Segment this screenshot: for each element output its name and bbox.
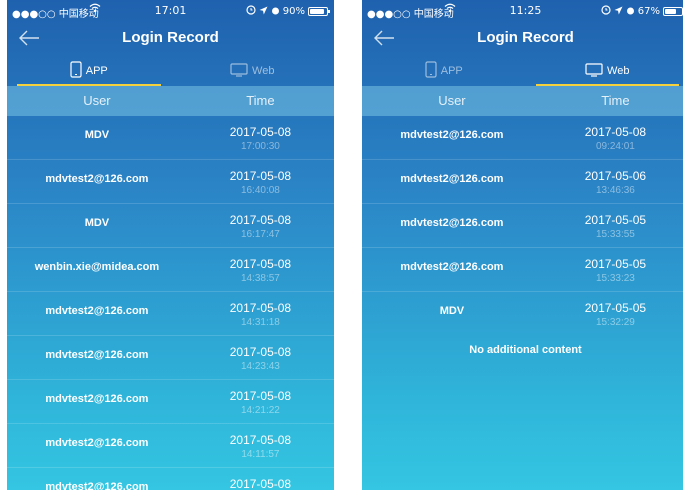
page-title: Login Record: [477, 29, 574, 46]
table-row: mdvtest2@126.com 2017-05-08 09:24:01: [362, 116, 683, 160]
record-time: 17:00:30: [240, 141, 280, 152]
record-time: 09:24:01: [595, 141, 635, 152]
record-user: MDV: [84, 217, 110, 229]
record-user: mdvtest2@126.com: [400, 129, 504, 141]
record-date: 2017-05-08: [229, 345, 292, 359]
tab-web[interactable]: Web: [171, 56, 335, 86]
table-row: MDV 2017-05-05 15:32:29: [362, 292, 683, 336]
record-time: 15:33:23: [595, 273, 635, 284]
record-time: 14:31:18: [240, 317, 280, 328]
tab-web-label: Web: [252, 65, 275, 77]
column-header-time: Time: [601, 93, 630, 108]
record-time: 15:32:29: [595, 317, 635, 328]
record-date: 2017-05-05: [584, 301, 647, 315]
right-screen: ●●●○○ 中国移动 11:25 67% Login Record APP We…: [362, 0, 683, 490]
record-time: 15:33:55: [595, 229, 635, 240]
status-bar: ●●●○○ 中国移动 17:01 90%: [7, 0, 334, 22]
table-row: mdvtest2@126.com 2017-05-08 16:40:08: [7, 160, 334, 204]
record-time: 14:23:43: [240, 361, 280, 372]
status-bar: ●●●○○ 中国移动 11:25 67%: [362, 0, 683, 22]
tab-web[interactable]: Web: [526, 56, 683, 86]
record-date: 2017-05-08: [229, 125, 292, 139]
column-header-time: Time: [246, 93, 275, 108]
column-header-user: User: [438, 93, 466, 108]
record-user: MDV: [84, 129, 110, 141]
location-arrow-icon: [614, 6, 623, 18]
tab-app-label: APP: [440, 65, 463, 77]
monitor-icon: [585, 62, 603, 80]
record-user: mdvtest2@126.com: [45, 305, 149, 317]
table-row: mdvtest2@126.com 2017-05-08 14:31:18: [7, 292, 334, 336]
record-user: wenbin.xie@midea.com: [34, 261, 160, 273]
left-screen: ●●●○○ 中国移动 17:01 90% Login Record APP We…: [7, 0, 334, 490]
column-header-user: User: [83, 93, 111, 108]
record-user: mdvtest2@126.com: [45, 437, 149, 449]
record-time: 14:11:57: [241, 449, 280, 460]
table-header: User Time: [7, 86, 334, 116]
login-record-list[interactable]: mdvtest2@126.com 2017-05-08 09:24:01 mdv…: [362, 116, 683, 336]
record-user: mdvtest2@126.com: [45, 173, 149, 185]
login-record-list[interactable]: MDV 2017-05-08 17:00:30 mdvtest2@126.com…: [7, 116, 334, 490]
tab-bar: APP Web: [7, 56, 334, 86]
record-date: 2017-05-08: [229, 301, 292, 315]
record-date: 2017-05-08: [229, 389, 292, 403]
record-date: 2017-05-06: [584, 169, 647, 183]
record-user: mdvtest2@126.com: [400, 217, 504, 229]
battery-icon: [663, 7, 683, 16]
no-additional-content-message: No additional content: [469, 344, 582, 356]
record-time: 13:46:36: [595, 185, 635, 196]
table-row: mdvtest2@126.com 2017-05-08 14:11:57: [7, 424, 334, 468]
record-date: 2017-05-05: [584, 257, 647, 271]
alarm-clock-icon: [626, 6, 635, 18]
tab-app-label: APP: [85, 65, 108, 77]
table-row: mdvtest2@126.com 2017-05-08 14:21:22: [7, 380, 334, 424]
table-row: wenbin.xie@midea.com 2017-05-08 14:38:57: [7, 248, 334, 292]
record-date: 2017-05-08: [229, 477, 292, 490]
record-date: 2017-05-08: [229, 257, 292, 271]
table-header: User Time: [362, 86, 683, 116]
tab-app[interactable]: APP: [7, 56, 171, 86]
table-row: MDV 2017-05-08 17:00:30: [7, 116, 334, 160]
table-row: mdvtest2@126.com 2017-05-08: [7, 468, 334, 490]
phone-icon: [425, 61, 437, 81]
record-time: 16:17:47: [240, 229, 280, 240]
record-user: mdvtest2@126.com: [400, 173, 504, 185]
tab-web-label: Web: [607, 65, 630, 77]
record-date: 2017-05-08: [229, 213, 292, 227]
record-user: mdvtest2@126.com: [45, 393, 149, 405]
record-time: 14:38:57: [240, 273, 280, 284]
table-row: mdvtest2@126.com 2017-05-08 14:23:43: [7, 336, 334, 380]
page-title: Login Record: [122, 29, 219, 46]
nav-bar: Login Record: [7, 22, 334, 54]
battery-percent: 90%: [282, 6, 305, 17]
table-row: MDV 2017-05-08 16:17:47: [7, 204, 334, 248]
table-row: mdvtest2@126.com 2017-05-05 15:33:55: [362, 204, 683, 248]
alarm-clock-icon: [271, 6, 280, 18]
record-date: 2017-05-08: [584, 125, 647, 139]
record-user: mdvtest2@126.com: [45, 481, 149, 490]
record-time: 14:21:22: [240, 405, 280, 416]
record-date: 2017-05-08: [229, 433, 292, 447]
table-row: mdvtest2@126.com 2017-05-05 15:33:23: [362, 248, 683, 292]
record-time: 16:40:08: [240, 185, 280, 196]
table-row: mdvtest2@126.com 2017-05-06 13:46:36: [362, 160, 683, 204]
record-user: MDV: [439, 305, 465, 317]
tab-app[interactable]: APP: [362, 56, 526, 86]
record-user: mdvtest2@126.com: [45, 349, 149, 361]
location-arrow-icon: [259, 6, 268, 18]
monitor-icon: [230, 62, 248, 80]
battery-percent: 67%: [637, 6, 660, 17]
record-date: 2017-05-08: [229, 169, 292, 183]
phone-icon: [70, 61, 82, 81]
nav-bar: Login Record: [362, 22, 683, 54]
record-date: 2017-05-05: [584, 213, 647, 227]
alarm-icon: [601, 5, 611, 18]
record-user: mdvtest2@126.com: [400, 261, 504, 273]
battery-icon: [308, 7, 330, 16]
alarm-icon: [246, 5, 256, 18]
tab-bar: APP Web: [362, 56, 683, 86]
